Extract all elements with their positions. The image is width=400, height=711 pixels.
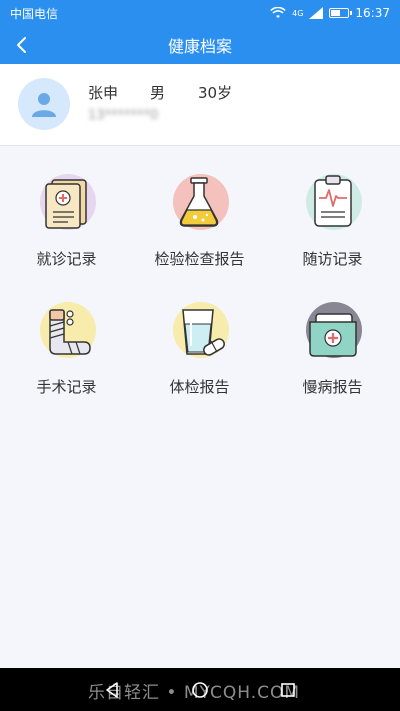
clock-label: 16:37 bbox=[355, 6, 390, 20]
medical-folder-icon bbox=[308, 313, 357, 357]
tile-checkup-reports[interactable]: 体检报告 bbox=[133, 274, 266, 402]
page-title: 健康档案 bbox=[167, 37, 232, 56]
tile-surgery-records[interactable]: 手术记录 bbox=[0, 274, 133, 402]
tile-label: 体检报告 bbox=[169, 378, 230, 396]
bandaged-arm-icon bbox=[48, 309, 91, 355]
medical-record-icon bbox=[44, 179, 87, 229]
watermark-text: 乐自轻汇 • MYCQH.COM bbox=[88, 683, 301, 703]
back-button[interactable] bbox=[8, 32, 34, 58]
network-type-label: 4G bbox=[292, 8, 304, 18]
avatar bbox=[18, 78, 70, 130]
patient-sex: 男 bbox=[150, 84, 166, 102]
profile-card[interactable]: 张申 男 30岁 13*******0 bbox=[0, 64, 400, 146]
tile-label: 检验检查报告 bbox=[154, 250, 245, 268]
patient-age: 30岁 bbox=[198, 84, 233, 102]
tile-chronic-reports[interactable]: 慢病报告 bbox=[266, 274, 399, 402]
tile-label: 手术记录 bbox=[36, 378, 97, 396]
carrier-label: 中国电信 bbox=[10, 6, 59, 21]
chevron-left-icon bbox=[17, 37, 26, 53]
tile-visit-records[interactable]: 就诊记录 bbox=[0, 146, 133, 274]
tile-lab-reports[interactable]: 检验检查报告 bbox=[133, 146, 266, 274]
status-bar: 中国电信 4G 16:37 bbox=[0, 0, 400, 26]
signal-icon bbox=[309, 7, 324, 19]
tile-follow-up-records[interactable]: 随访记录 bbox=[266, 146, 399, 274]
clipboard-ecg-icon bbox=[313, 175, 352, 227]
lab-flask-icon bbox=[179, 177, 218, 227]
tile-label: 就诊记录 bbox=[36, 250, 97, 268]
tile-label: 慢病报告 bbox=[302, 378, 363, 396]
battery-icon bbox=[329, 8, 353, 18]
patient-name: 张申 bbox=[88, 84, 119, 102]
tile-label: 随访记录 bbox=[302, 250, 363, 268]
nav-bar: 健康档案 bbox=[0, 26, 400, 64]
user-icon bbox=[32, 93, 56, 117]
water-glass-pill-icon bbox=[181, 309, 225, 356]
patient-phone: 13*******0 bbox=[88, 108, 159, 123]
status-icons: 4G 16:37 bbox=[270, 6, 390, 20]
wifi-icon bbox=[270, 7, 286, 18]
